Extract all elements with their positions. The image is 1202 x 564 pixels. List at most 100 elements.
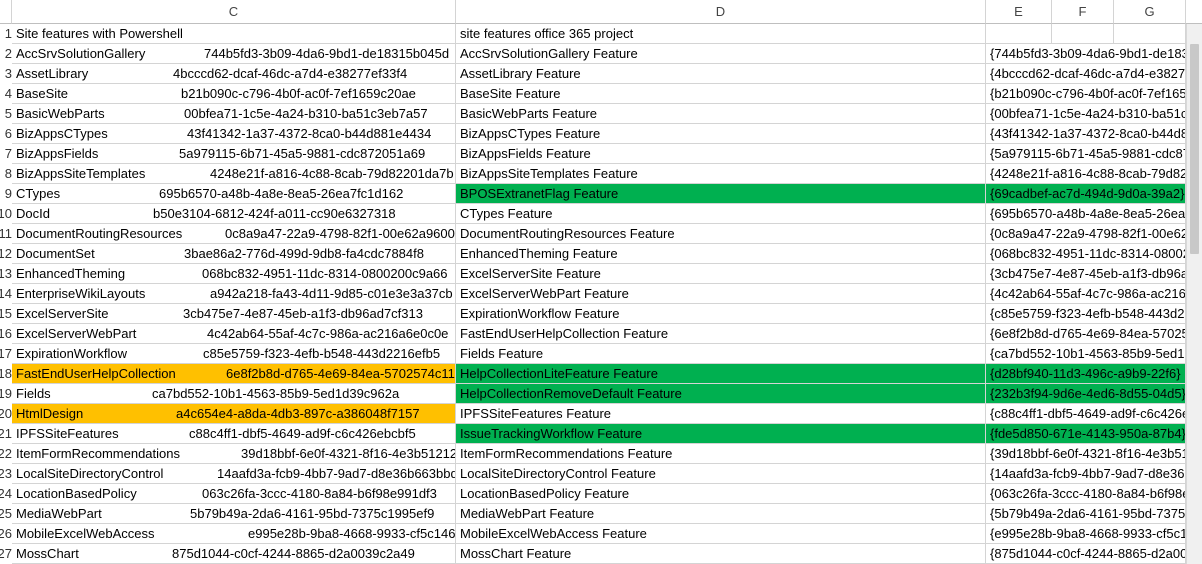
cell-c[interactable]: EnhancedTheming 068bc832-4951-11dc-8314-0…: [12, 264, 456, 284]
cell-d[interactable]: DocumentRoutingResources Feature: [456, 224, 986, 244]
row-header[interactable]: 7: [0, 144, 12, 164]
select-all-corner[interactable]: [0, 0, 12, 24]
row-header[interactable]: 8: [0, 164, 12, 184]
row-header[interactable]: 17: [0, 344, 12, 364]
cell-d[interactable]: site features office 365 project: [456, 24, 986, 44]
cell-c[interactable]: AccSrvSolutionGallery 744b5fd3-3b09-4da6-…: [12, 44, 456, 64]
cell-d[interactable]: HelpCollectionLiteFeature Feature: [456, 364, 986, 384]
row-header[interactable]: 23: [0, 464, 12, 484]
row-header[interactable]: 3: [0, 64, 12, 84]
column-header-e[interactable]: E: [986, 0, 1052, 24]
row-header[interactable]: 10: [0, 204, 12, 224]
cell-e[interactable]: {4248e21f-a816-4c88-8cab-79d82201da7b}: [986, 164, 1186, 184]
row-header[interactable]: 24: [0, 484, 12, 504]
cell-d[interactable]: ExcelServerSite Feature: [456, 264, 986, 284]
cell-e[interactable]: {fde5d850-671e-4143-950a-87b4}: [986, 424, 1186, 444]
cell-d[interactable]: IssueTrackingWorkflow Feature: [456, 424, 986, 444]
cell-c[interactable]: HtmlDesign a4c654e4-a8da-4db3-897c-a38604…: [12, 404, 456, 424]
row-header[interactable]: 13: [0, 264, 12, 284]
row-header[interactable]: 22: [0, 444, 12, 464]
cell-e[interactable]: {068bc832-4951-11dc-8314-0800200c9a66}: [986, 244, 1186, 264]
cell-c[interactable]: DocId b50e3104-6812-424f-a011-cc90e632731…: [12, 204, 456, 224]
cell-e[interactable]: {5b79b49a-2da6-4161-95bd-7375c1995ef9}: [986, 504, 1186, 524]
row-header[interactable]: 16: [0, 324, 12, 344]
cell-c[interactable]: ExcelServerSite 3cb475e7-4e87-45eb-a1f3-d…: [12, 304, 456, 324]
cell-e[interactable]: {c85e5759-f323-4efb-b548-443d2216efb5}: [986, 304, 1186, 324]
row-header[interactable]: 19: [0, 384, 12, 404]
cell-d[interactable]: BasicWebParts Feature: [456, 104, 986, 124]
row-header[interactable]: 21: [0, 424, 12, 444]
row-header[interactable]: 20: [0, 404, 12, 424]
cell-c[interactable]: Site features with Powershell: [12, 24, 456, 44]
row-header[interactable]: 27: [0, 544, 12, 564]
row-header[interactable]: 6: [0, 124, 12, 144]
cell-e[interactable]: [986, 24, 1186, 44]
scrollbar-thumb[interactable]: [1190, 44, 1199, 254]
row-header[interactable]: 9: [0, 184, 12, 204]
cell-d[interactable]: IPFSSiteFeatures Feature: [456, 404, 986, 424]
cell-e[interactable]: {14aafd3a-fcb9-4bb7-9ad7-d8e36b663bbd}: [986, 464, 1186, 484]
cell-d[interactable]: LocalSiteDirectoryControl Feature: [456, 464, 986, 484]
cell-e[interactable]: {4bcccd62-dcaf-46dc-a7d4-e38277ef33f4}: [986, 64, 1186, 84]
cell-d[interactable]: HelpCollectionRemoveDefault Feature: [456, 384, 986, 404]
cell-e[interactable]: {69cadbef-ac7d-494d-9d0a-39a2}: [986, 184, 1186, 204]
cell-d[interactable]: ExpirationWorkflow Feature: [456, 304, 986, 324]
cell-c[interactable]: LocationBasedPolicy 063c26fa-3ccc-4180-8a…: [12, 484, 456, 504]
cell-c[interactable]: BizAppsSiteTemplates 4248e21f-a816-4c88-8…: [12, 164, 456, 184]
row-header[interactable]: 25: [0, 504, 12, 524]
cell-e[interactable]: {5a979115-6b71-45a5-9881-cdc872051a69}: [986, 144, 1186, 164]
cell-d[interactable]: BizAppsFields Feature: [456, 144, 986, 164]
row-header[interactable]: 26: [0, 524, 12, 544]
column-header-f[interactable]: F: [1052, 0, 1114, 24]
column-header-g[interactable]: G: [1114, 0, 1186, 24]
cell-d[interactable]: AssetLibrary Feature: [456, 64, 986, 84]
cell-e[interactable]: {875d1044-c0cf-4244-8865-d2a0039c2a49}: [986, 544, 1186, 564]
cell-e[interactable]: {0c8a9a47-22a9-4798-82f1-00e62a96006e}: [986, 224, 1186, 244]
cell-c[interactable]: DocumentRoutingResources 0c8a9a47-22a9-47…: [12, 224, 456, 244]
cell-e[interactable]: {39d18bbf-6e0f-4321-8f16-4e3b51212393}: [986, 444, 1186, 464]
cell-c[interactable]: ExpirationWorkflow c85e5759-f323-4efb-b54…: [12, 344, 456, 364]
cell-e[interactable]: {e995e28b-9ba8-4668-9933-cf5c146d7a9f}: [986, 524, 1186, 544]
cell-d[interactable]: ItemFormRecommendations Feature: [456, 444, 986, 464]
row-header[interactable]: 12: [0, 244, 12, 264]
cell-c[interactable]: BizAppsCTypes 43f41342-1a37-4372-8ca0-b44…: [12, 124, 456, 144]
cell-d[interactable]: BPOSExtranetFlag Feature: [456, 184, 986, 204]
cell-e[interactable]: {c88c4ff1-dbf5-4649-ad9f-c6c426ebcbf5}: [986, 404, 1186, 424]
cell-c[interactable]: IPFSSiteFeatures c88c4ff1-dbf5-4649-ad9f-…: [12, 424, 456, 444]
cell-c[interactable]: MobileExcelWebAccess e995e28b-9ba8-4668-9…: [12, 524, 456, 544]
cell-e[interactable]: {d28bf940-11d3-496c-a9b9-22f6}: [986, 364, 1186, 384]
column-header-d[interactable]: D: [456, 0, 986, 24]
cell-d[interactable]: EnhancedTheming Feature: [456, 244, 986, 264]
row-header[interactable]: 2: [0, 44, 12, 64]
cell-d[interactable]: AccSrvSolutionGallery Feature: [456, 44, 986, 64]
cell-d[interactable]: MediaWebPart Feature: [456, 504, 986, 524]
cell-c[interactable]: BasicWebParts 00bfea71-1c5e-4a24-b310-ba5…: [12, 104, 456, 124]
cell-c[interactable]: FastEndUserHelpCollection 6e8f2b8d-d765-4…: [12, 364, 456, 384]
cell-e[interactable]: {232b3f94-9d6e-4ed6-8d55-04d5}: [986, 384, 1186, 404]
cell-d[interactable]: LocationBasedPolicy Feature: [456, 484, 986, 504]
cell-d[interactable]: BizAppsCTypes Feature: [456, 124, 986, 144]
cell-e[interactable]: {3cb475e7-4e87-45eb-a1f3-db96ad7cf313}: [986, 264, 1186, 284]
cell-c[interactable]: CTypes 695b6570-a48b-4a8e-8ea5-26ea7fc1d1…: [12, 184, 456, 204]
cell-c[interactable]: ExcelServerWebPart 4c42ab64-55af-4c7c-986…: [12, 324, 456, 344]
cell-d[interactable]: ExcelServerWebPart Feature: [456, 284, 986, 304]
cell-c[interactable]: EnterpriseWikiLayouts a942a218-fa43-4d11-…: [12, 284, 456, 304]
cell-c[interactable]: DocumentSet 3bae86a2-776d-499d-9db8-fa4cd…: [12, 244, 456, 264]
cell-c[interactable]: AssetLibrary 4bcccd62-dcaf-46dc-a7d4-e382…: [12, 64, 456, 84]
cell-d[interactable]: MossChart Feature: [456, 544, 986, 564]
row-header[interactable]: 4: [0, 84, 12, 104]
row-header[interactable]: 18: [0, 364, 12, 384]
cell-e[interactable]: {4c42ab64-55af-4c7c-986a-ac216a6e0c0e}: [986, 284, 1186, 304]
cell-d[interactable]: MobileExcelWebAccess Feature: [456, 524, 986, 544]
row-header[interactable]: 15: [0, 304, 12, 324]
cell-c[interactable]: LocalSiteDirectoryControl 14aafd3a-fcb9-4…: [12, 464, 456, 484]
cell-e[interactable]: {063c26fa-3ccc-4180-8a84-b6f98e991df3}: [986, 484, 1186, 504]
cell-c[interactable]: ItemFormRecommendations 39d18bbf-6e0f-432…: [12, 444, 456, 464]
cell-e[interactable]: {6e8f2b8d-d765-4e69-84ea-5702574c11d6}: [986, 324, 1186, 344]
cell-d[interactable]: CTypes Feature: [456, 204, 986, 224]
row-header[interactable]: 14: [0, 284, 12, 304]
cell-e[interactable]: {ca7bd552-10b1-4563-85b9-5ed1d39c962a}: [986, 344, 1186, 364]
cell-e[interactable]: {00bfea71-1c5e-4a24-b310-ba51c3eb7a57}: [986, 104, 1186, 124]
vertical-scrollbar[interactable]: [1186, 24, 1202, 564]
cell-e[interactable]: {695b6570-a48b-4a8e-8ea5-26ea7fc1d162}: [986, 204, 1186, 224]
